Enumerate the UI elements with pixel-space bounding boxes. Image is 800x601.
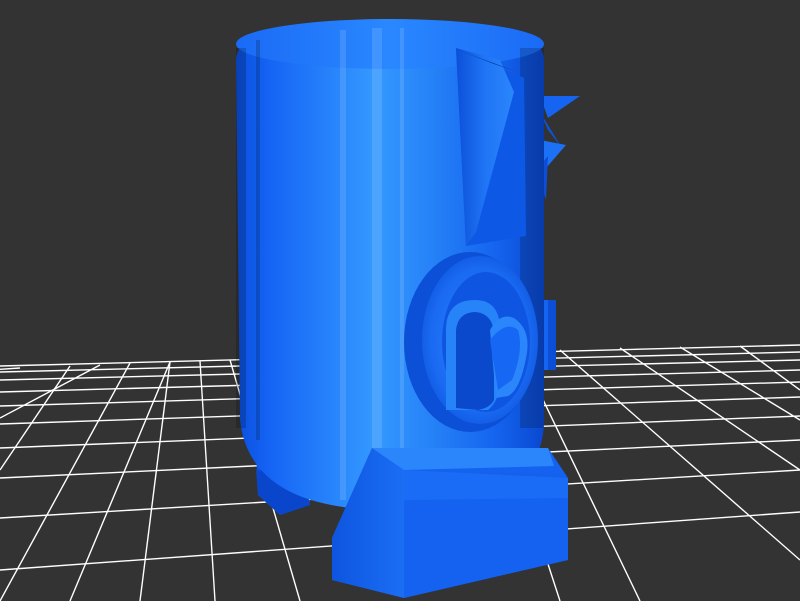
3d-viewport[interactable] [0, 0, 800, 601]
3d-model[interactable] [236, 19, 580, 598]
viewport-canvas[interactable] [0, 0, 800, 601]
